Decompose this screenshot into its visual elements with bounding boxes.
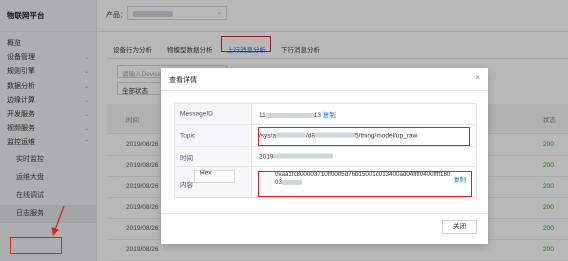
detail-label-cell: MessageID — [175, 104, 252, 124]
modal-footer-divider — [161, 213, 488, 214]
detail-row-message-id: MessageID 11 13 复制 — [175, 104, 476, 125]
message-id-value: 11 13 复制 — [259, 109, 336, 119]
message-id-suffix: 13 — [313, 112, 321, 119]
close-button[interactable]: 关闭 — [442, 220, 477, 234]
chevron-down-icon: ⌄ — [200, 170, 205, 176]
modal-title: 查看详情 — [169, 77, 197, 84]
highlight-box-payload — [258, 171, 472, 197]
format-select[interactable]: Hex ⌄ — [194, 170, 235, 183]
close-icon[interactable]: × — [475, 73, 480, 82]
message-id-label: MessageID — [180, 110, 213, 118]
message-id-prefix: 11 — [259, 112, 266, 119]
time-value-text: 2019 — [259, 153, 274, 160]
modal-divider — [161, 90, 488, 91]
redacted-text — [273, 153, 334, 159]
detail-label-cell: 内容 Hex ⌄ — [175, 167, 252, 197]
highlight-box-topic — [258, 127, 470, 146]
redacted-text — [265, 112, 314, 118]
copy-message-id-link[interactable]: 复制 — [323, 112, 336, 119]
detail-label-cell: 时间 — [175, 147, 252, 166]
detail-label-cell: Topic — [175, 125, 252, 146]
topic-label: Topic — [180, 132, 196, 139]
time-label: 时间 — [180, 154, 193, 162]
detail-row-time: 时间 2019 — [175, 147, 476, 167]
time-value: 2019 — [259, 153, 334, 160]
details-modal: 查看详情 × MessageID 11 13 复制 Topic /sys/a/d8… — [161, 68, 488, 244]
content-label: 内容 — [180, 182, 193, 189]
